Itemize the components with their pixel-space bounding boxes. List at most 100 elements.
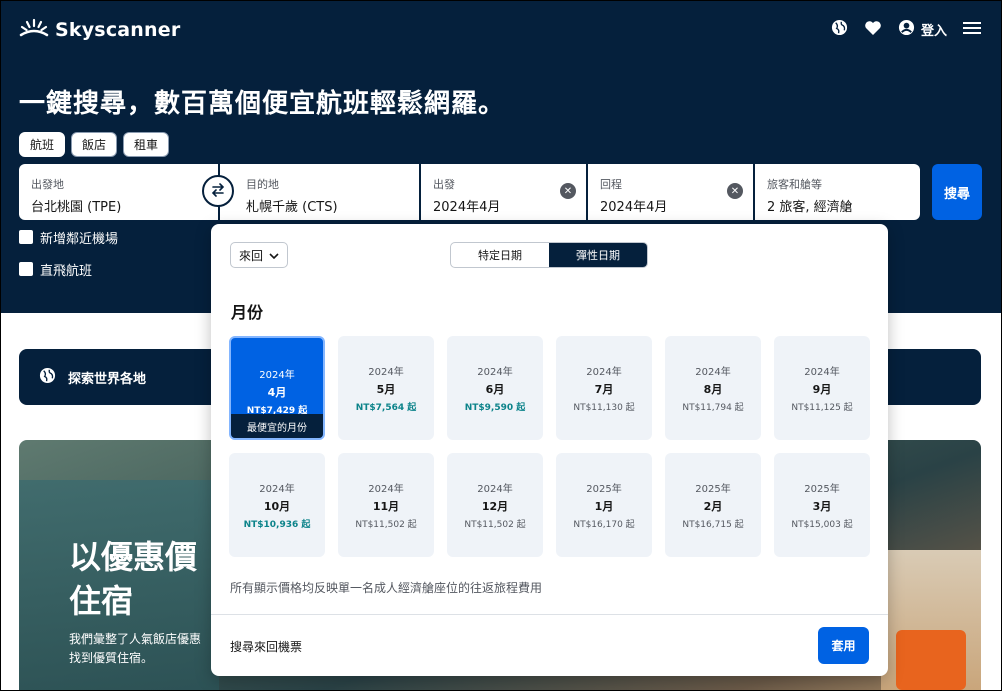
month-cell[interactable]: 2024年 7月 NT$11,130 起 (556, 336, 652, 440)
page-title: 一鍵搜尋，數百萬個便宜航班輕鬆網羅。 (19, 89, 506, 119)
month-cell[interactable]: 2024年 10月 NT$10,936 起 (229, 453, 325, 557)
month-price: NT$11,130 起 (573, 403, 635, 413)
month-name: 4月 (267, 386, 287, 399)
trip-type-select[interactable]: 來回 (230, 242, 289, 268)
month-cell[interactable]: 2024年 11月 NT$11,502 起 (338, 453, 434, 557)
tab-flexible-dates[interactable]: 彈性日期 (549, 243, 647, 267)
apply-button[interactable]: 套用 (818, 627, 869, 664)
search-button[interactable]: 搜尋 (932, 164, 982, 220)
month-name: 1月 (594, 500, 614, 513)
month-year: 2025年 (804, 484, 840, 495)
month-year: 2024年 (586, 367, 622, 378)
explore-label: 探索世界各地 (68, 371, 147, 387)
month-price: NT$11,794 起 (682, 403, 744, 413)
product-tabs: 航班 飯店 租車 (19, 132, 170, 157)
month-price: NT$10,936 起 (243, 520, 311, 530)
globe-icon (39, 367, 56, 388)
month-price: NT$11,125 起 (791, 403, 853, 413)
direct-flights-checkbox[interactable]: 直飛航班 (19, 259, 118, 279)
month-name: 10月 (263, 500, 291, 513)
month-price: NT$11,502 起 (355, 520, 417, 530)
return-label: 回程 (600, 178, 622, 191)
month-name: 11月 (372, 500, 400, 513)
promo-title: 以優惠價 住宿 (69, 535, 197, 623)
month-price: NT$16,170 起 (573, 520, 635, 530)
month-year: 2024年 (477, 367, 513, 378)
swap-icon (211, 182, 225, 201)
trip-type-value: 來回 (239, 248, 264, 263)
promo-sub-line2: 找到優質住宿。 (69, 651, 154, 665)
checkbox-box (19, 262, 33, 276)
month-year: 2025年 (586, 484, 622, 495)
month-year: 2024年 (259, 370, 295, 381)
checkbox-box (19, 230, 33, 244)
month-cell[interactable]: 2024年 8月 NT$11,794 起 (665, 336, 761, 440)
tab-hotels[interactable]: 飯店 (71, 132, 118, 157)
menu-icon[interactable] (963, 20, 981, 39)
month-year: 2024年 (368, 367, 404, 378)
globe-icon[interactable] (831, 19, 848, 40)
tab-specific-dates[interactable]: 特定日期 (451, 243, 549, 267)
tab-car-hire[interactable]: 租車 (123, 132, 170, 157)
month-year: 2024年 (259, 484, 295, 495)
promo-sub-line1: 我們彙整了人氣飯店優惠 (69, 632, 202, 646)
return-field[interactable]: 回程 2024年4月 ✕ (588, 164, 753, 220)
month-year: 2025年 (695, 484, 731, 495)
swap-button[interactable] (202, 175, 234, 207)
month-year: 2024年 (804, 367, 840, 378)
month-name: 3月 (812, 500, 832, 513)
origin-value: 台北桃園 (TPE) (31, 200, 122, 215)
flight-search-bar: 出發地 台北桃園 (TPE) 目的地 札幌千歲 (CTS) 出發 2024年4月… (19, 164, 920, 220)
month-cell[interactable]: 2024年 6月 NT$9,590 起 (447, 336, 543, 440)
promo-subtitle: 我們彙整了人氣飯店優惠 找到優質住宿。 (69, 630, 201, 668)
clear-icon[interactable]: ✕ (560, 183, 576, 199)
month-cell[interactable]: 2024年 9月 NT$11,125 起 (774, 336, 870, 440)
travellers-field[interactable]: 旅客和艙等 2 旅客, 經濟艙 (755, 164, 920, 220)
month-cell[interactable]: 2025年 3月 NT$15,003 起 (774, 453, 870, 557)
month-name: 5月 (376, 383, 396, 396)
page: Skyscanner 登入 一鍵搜尋，數百萬個便宜航班輕鬆網羅。 航班 飯店 租… (0, 0, 1002, 691)
month-price: NT$9,590 起 (464, 403, 526, 413)
user-icon (898, 19, 915, 40)
months-heading: 月份 (231, 303, 264, 322)
depart-field[interactable]: 出發 2024年4月 ✕ (421, 164, 586, 220)
origin-label: 出發地 (31, 178, 64, 191)
promo-image-chair (896, 630, 966, 690)
destination-field[interactable]: 目的地 札幌千歲 (CTS) (220, 164, 419, 220)
date-mode-toggle: 特定日期 彈性日期 (450, 242, 648, 268)
month-grid: 2024年 4月 NT$7,429 起最便宜的月份 2024年 5月 NT$7,564 起… (229, 336, 870, 557)
logo[interactable]: Skyscanner (19, 17, 180, 43)
month-cell[interactable]: 2024年 5月 NT$7,564 起 (338, 336, 434, 440)
depart-label: 出發 (433, 178, 455, 191)
brand-name: Skyscanner (55, 19, 181, 41)
month-cell[interactable]: 2025年 2月 NT$16,715 起 (665, 453, 761, 557)
month-cell[interactable]: 2024年 12月 NT$11,502 起 (447, 453, 543, 557)
heart-icon[interactable] (864, 20, 882, 40)
skyscanner-logo-icon (19, 17, 49, 43)
date-picker-popover: 來回 特定日期 彈性日期 月份 2024年 4月 NT$7,429 起最便宜的月份 2… (211, 224, 888, 676)
month-name: 2月 (703, 500, 723, 513)
month-cell[interactable]: 2024年 4月 NT$7,429 起最便宜的月份 (229, 336, 325, 440)
tab-flights[interactable]: 航班 (19, 132, 66, 157)
clear-icon[interactable]: ✕ (727, 183, 743, 199)
search-return-label: 搜尋來回機票 (230, 640, 303, 654)
month-price: NT$11,502 起 (464, 520, 526, 530)
travellers-label: 旅客和艙等 (767, 178, 822, 191)
depart-value: 2024年4月 (433, 200, 501, 215)
promo-title-line1: 以優惠價 (69, 538, 198, 576)
login-button[interactable]: 登入 (898, 19, 947, 40)
month-year: 2024年 (695, 367, 731, 378)
month-year: 2024年 (368, 484, 404, 495)
month-name: 6月 (485, 383, 505, 396)
top-nav: 登入 (831, 19, 981, 40)
chevron-down-icon (269, 248, 279, 262)
login-label: 登入 (920, 24, 947, 39)
month-name: 8月 (703, 383, 723, 396)
month-price: NT$15,003 起 (791, 520, 853, 530)
promo-title-line2: 住宿 (69, 582, 134, 620)
origin-field[interactable]: 出發地 台北桃園 (TPE) (19, 164, 218, 220)
month-cell[interactable]: 2025年 1月 NT$16,170 起 (556, 453, 652, 557)
price-note: 所有顯示價格均反映單一名成人經濟艙座位的往返旅程費用 (230, 581, 543, 595)
month-name: 9月 (812, 383, 832, 396)
nearby-airports-checkbox[interactable]: 新增鄰近機場 (19, 227, 118, 247)
